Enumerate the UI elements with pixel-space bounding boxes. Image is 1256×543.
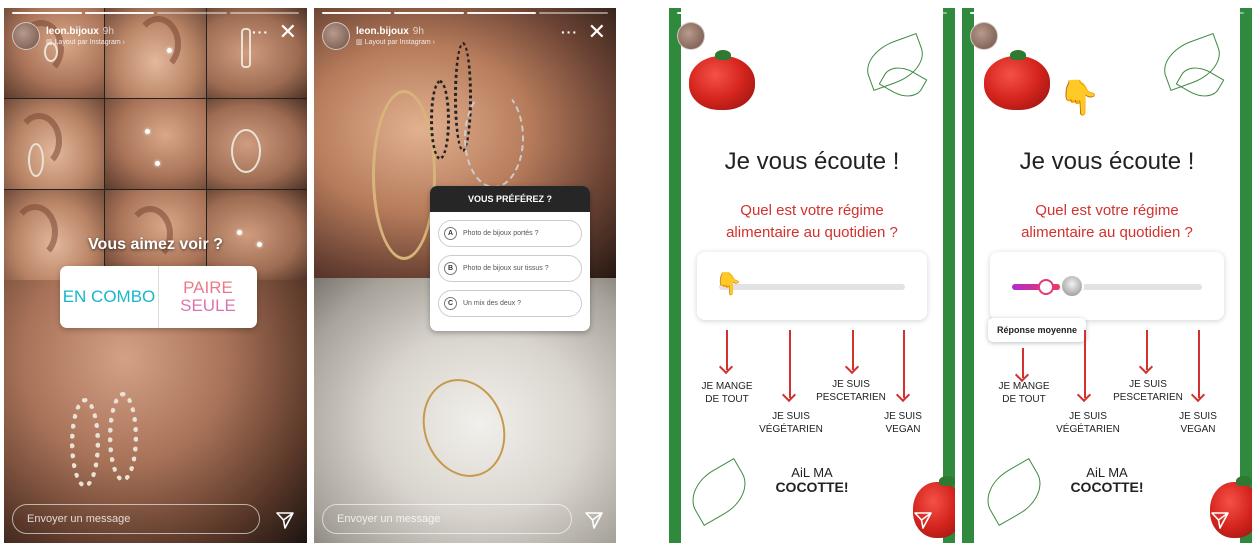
- pointing-down-icon[interactable]: 👇: [715, 272, 742, 296]
- poll-option-combo[interactable]: EN COMBO: [60, 266, 158, 328]
- option-label-pescetarien: JE SUIS PESCETARIEN: [816, 379, 886, 403]
- page-title: Je vous écoute !: [1019, 148, 1195, 175]
- timestamp: 21h: [1069, 26, 1086, 37]
- option-label-tout: JE MANGE DE TOUT: [998, 381, 1050, 405]
- page-title: Je vous écoute !: [724, 148, 900, 175]
- story-header: leon.bijoux 9h ▥ Layout par Instagram › ·…: [12, 20, 299, 52]
- timestamp: 9h: [412, 26, 424, 37]
- arrow-down-icon: [852, 330, 854, 370]
- slider-question: Quel est votre régime alimentaire au quo…: [1021, 202, 1193, 241]
- story-header: ailmacocotte 21h ✕: [970, 20, 1244, 52]
- story-progress: [970, 12, 1244, 14]
- emoji-slider[interactable]: 👇: [697, 252, 927, 320]
- story-progress: [677, 12, 947, 14]
- layout-label[interactable]: ▥ Layout par Instagram ›: [46, 38, 125, 46]
- tomato-illustration: [689, 50, 755, 110]
- username[interactable]: leon.bijoux 9h: [356, 26, 424, 37]
- send-icon[interactable]: [1210, 510, 1230, 530]
- close-icon[interactable]: ✕: [927, 20, 945, 44]
- option-label-vegan: JE SUIS VEGAN: [1179, 411, 1217, 435]
- more-options-icon[interactable]: ···: [561, 24, 578, 40]
- story-header: ailmacocotte 21h ✕: [677, 20, 947, 52]
- poll-sticker: EN COMBO PAIRE SEULE: [60, 266, 257, 328]
- grid-photo: [206, 99, 307, 189]
- grid-photo: [4, 99, 105, 189]
- pointing-down-icon: 👇: [1058, 79, 1101, 117]
- send-icon[interactable]: [913, 510, 933, 530]
- timestamp: 21h: [776, 26, 793, 37]
- slider-knob[interactable]: [1038, 279, 1055, 295]
- send-icon[interactable]: [584, 510, 604, 530]
- username[interactable]: ailmacocotte 21h: [1004, 26, 1086, 37]
- more-options-icon[interactable]: ···: [252, 24, 269, 40]
- quiz-title: VOUS PRÉFÉREZ ?: [430, 186, 590, 212]
- option-label-vegetarien: JE SUIS VÉGÉTARIEN: [1056, 411, 1120, 435]
- story-ailmacocotte-slider-results[interactable]: ailmacocotte 21h ✕ 👇 Je vous écoute ! Que…: [962, 8, 1252, 543]
- arrow-down-icon: [903, 330, 905, 398]
- arrow-down-icon: [1198, 330, 1200, 398]
- poll-option-paire-seule[interactable]: PAIRE SEULE: [158, 266, 257, 328]
- voter-avatar: [1060, 274, 1085, 298]
- avatar[interactable]: [970, 22, 998, 50]
- story-leon-bijoux-poll[interactable]: leon.bijoux 9h ▥ Layout par Instagram › ·…: [4, 8, 307, 543]
- avatar[interactable]: [12, 22, 40, 50]
- quiz-option-b[interactable]: B Photo de bijoux sur tissus ?: [438, 255, 582, 282]
- story-header: leon.bijoux 9h ▥ Layout par Instagram › ·…: [322, 20, 608, 52]
- story-progress: [322, 12, 608, 14]
- average-tooltip: Réponse moyenne: [988, 318, 1087, 342]
- poll-question: Vous aimez voir ?: [88, 236, 223, 253]
- close-icon[interactable]: ✕: [1224, 20, 1242, 44]
- username[interactable]: leon.bijoux 9h: [46, 26, 114, 37]
- story-progress: [12, 12, 299, 14]
- close-icon[interactable]: ✕: [588, 20, 606, 44]
- option-label-vegetarien: JE SUIS VÉGÉTARIEN: [759, 411, 823, 435]
- arrow-down-icon: [1084, 330, 1086, 398]
- quiz-option-c[interactable]: C Un mix des deux ?: [438, 290, 582, 317]
- option-label-tout: JE MANGE DE TOUT: [701, 381, 753, 405]
- quiz-sticker: VOUS PRÉFÉREZ ? A Photo de bijoux portés …: [430, 186, 590, 331]
- arrow-down-icon: [726, 330, 728, 370]
- emoji-slider-results[interactable]: [990, 252, 1224, 320]
- layout-label[interactable]: ▥ Layout par Instagram ›: [356, 38, 435, 46]
- option-label-vegan: JE SUIS VEGAN: [884, 411, 922, 435]
- grid-photo: [105, 99, 206, 189]
- message-input[interactable]: Envoyer un message: [322, 504, 572, 534]
- username[interactable]: ailmacocotte 21h: [711, 26, 793, 37]
- arrow-down-icon: [1146, 330, 1148, 370]
- quiz-option-a[interactable]: A Photo de bijoux portés ?: [438, 220, 582, 247]
- option-label-pescetarien: JE SUIS PESCETARIEN: [1113, 379, 1183, 403]
- avatar[interactable]: [322, 22, 350, 50]
- send-icon[interactable]: [275, 510, 295, 530]
- close-icon[interactable]: ✕: [279, 20, 297, 44]
- slider-question: Quel est votre régime alimentaire au quo…: [726, 202, 898, 241]
- story-ailmacocotte-slider[interactable]: ailmacocotte 21h ✕ Je vous écoute ! Quel …: [669, 8, 955, 543]
- tomato-illustration: [984, 50, 1050, 110]
- slider-track[interactable]: [719, 284, 905, 290]
- avatar[interactable]: [677, 22, 705, 50]
- message-input[interactable]: Envoyer un message: [12, 504, 260, 534]
- arrow-down-icon: [1022, 348, 1024, 378]
- timestamp: 9h: [102, 26, 114, 37]
- story-leon-bijoux-quiz[interactable]: leon.bijoux 9h ▥ Layout par Instagram › ·…: [314, 8, 616, 543]
- arrow-down-icon: [789, 330, 791, 398]
